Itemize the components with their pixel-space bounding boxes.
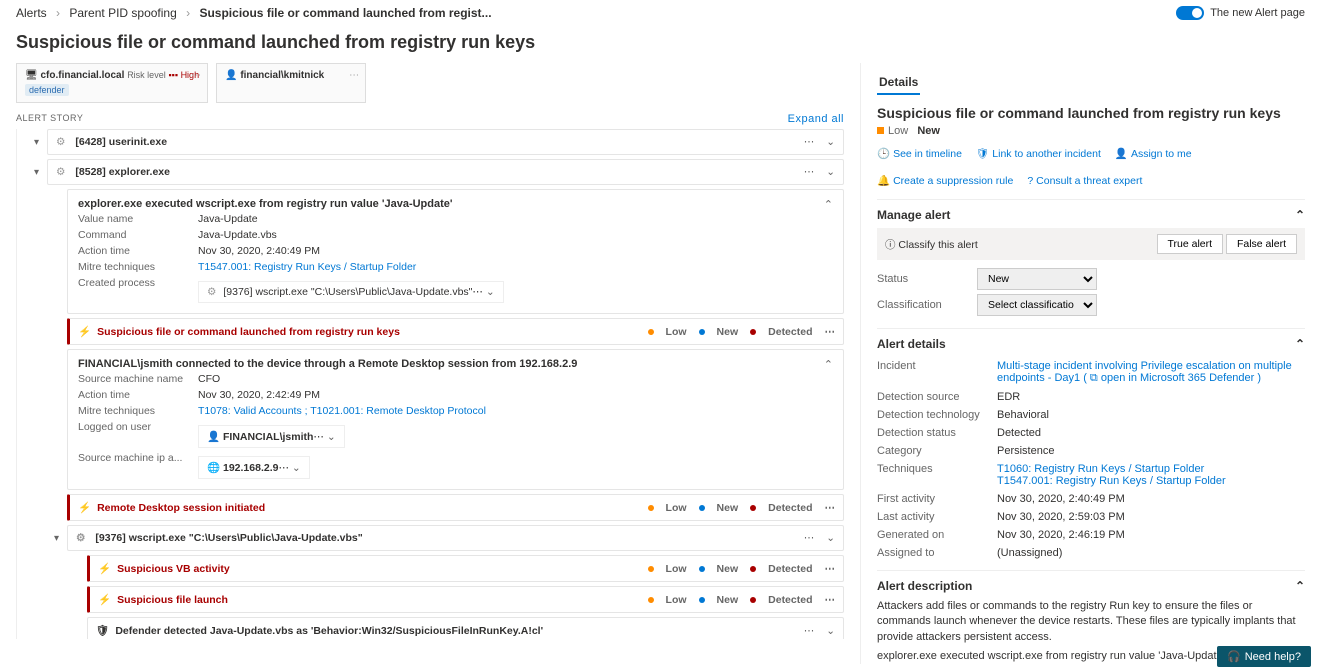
mitre-link[interactable]: T1078: Valid Accounts ; T1021.001: Remot… xyxy=(198,405,486,417)
chevron-icon[interactable]: ▾ xyxy=(54,533,59,544)
more-icon[interactable]: ⋯ xyxy=(804,136,815,148)
user-icon: 👤 xyxy=(1115,147,1128,160)
gear-icon: ⚙ xyxy=(56,166,65,178)
more-icon[interactable]: ⋯ xyxy=(313,431,324,443)
technique-link[interactable]: T1060: Registry Run Keys / Startup Folde… xyxy=(997,463,1305,487)
more-icon[interactable]: ⋯ xyxy=(825,594,836,606)
crumb-alerts[interactable]: Alerts xyxy=(16,6,47,20)
rule-icon: 🔔 xyxy=(877,174,890,187)
user-card[interactable]: 👤 financial\kmitnick ⋯ xyxy=(216,63,366,103)
crumb-current: Suspicious file or command launched from… xyxy=(199,6,491,20)
gear-icon: ⚙ xyxy=(76,532,85,544)
device-card[interactable]: 🖥 cfo.financial.local Risk level ▪▪▪ Hig… xyxy=(16,63,208,103)
info-icon: ⓘ xyxy=(885,239,896,251)
headset-icon: 🎧 xyxy=(1227,650,1241,663)
gear-icon: ⚙ xyxy=(56,136,65,148)
process-row-explorer[interactable]: ▾ ⚙[8528] explorer.exe ⋯⌄ xyxy=(47,159,844,185)
alert-row[interactable]: ⚡Suspicious file or command launched fro… xyxy=(67,318,844,345)
new-alert-page-toggle[interactable] xyxy=(1176,6,1204,20)
flash-icon: ⚡ xyxy=(98,562,111,575)
mitre-link[interactable]: T1547.001: Registry Run Keys / Startup F… xyxy=(198,261,416,273)
device-name: cfo.financial.local xyxy=(40,70,124,81)
status-label: Status xyxy=(877,273,977,285)
chevron-up-icon[interactable]: ⌃ xyxy=(1295,208,1305,222)
event-row-defender[interactable]: 🛡Defender detected Java-Update.vbs as 'B… xyxy=(87,617,844,639)
gear-icon: ⚙ xyxy=(207,286,216,298)
chevron-up-icon[interactable]: ⌃ xyxy=(824,198,833,211)
action-consult[interactable]: ?Consult a threat expert xyxy=(1027,174,1142,187)
chevron-down-icon[interactable]: ⌄ xyxy=(826,166,835,178)
event-block-rdp: FINANCIAL\jsmith connected to the device… xyxy=(67,349,844,490)
device-more-icon[interactable]: ⋯ xyxy=(191,70,201,81)
status-select[interactable]: New xyxy=(977,268,1097,290)
action-link-incident[interactable]: 🛡Link to another incident xyxy=(976,147,1101,160)
process-row-wscript[interactable]: ▾ ⚙[9376] wscript.exe "C:\Users\Public\J… xyxy=(67,525,844,551)
expand-all-link[interactable]: Expand all xyxy=(788,113,844,125)
flash-icon: ⚡ xyxy=(78,501,91,514)
alert-story-label: ALERT STORY Expand all xyxy=(16,113,844,123)
timeline-icon: 🕒 xyxy=(877,147,890,160)
link-icon: 🛡 xyxy=(976,147,989,160)
alert-row[interactable]: ⚡Suspicious file launch LowNewDetected⋯ xyxy=(87,586,844,613)
more-icon[interactable]: ⋯ xyxy=(472,286,483,298)
page-title: Suspicious file or command launched from… xyxy=(0,26,1321,63)
chevron-icon[interactable]: ▾ xyxy=(34,167,39,178)
need-help-button[interactable]: 🎧Need help? xyxy=(1217,646,1311,667)
more-icon[interactable]: ⋯ xyxy=(825,502,836,514)
flash-icon: ⚡ xyxy=(98,593,111,606)
more-icon[interactable]: ⋯ xyxy=(825,326,836,338)
shield-icon: 🛡 xyxy=(96,624,109,637)
device-icon: 🖥 xyxy=(25,70,38,81)
tab-details[interactable]: Details xyxy=(877,71,920,95)
incident-link[interactable]: Multi-stage incident involving Privilege… xyxy=(997,360,1305,385)
event-block-regrun: explorer.exe executed wscript.exe from r… xyxy=(67,189,844,314)
action-assign[interactable]: 👤Assign to me xyxy=(1115,147,1192,160)
chevron-down-icon[interactable]: ⌄ xyxy=(327,431,336,443)
classification-select[interactable]: Select classification... xyxy=(977,294,1097,316)
more-icon[interactable]: ⋯ xyxy=(804,625,815,637)
user-name: financial\kmitnick xyxy=(240,70,324,81)
more-icon[interactable]: ⋯ xyxy=(278,462,289,474)
globe-icon: 🌐 xyxy=(207,462,220,474)
alert-description-header[interactable]: Alert description⌃ xyxy=(877,579,1305,593)
more-icon[interactable]: ⋯ xyxy=(804,166,815,178)
user-icon: 👤 xyxy=(207,431,220,443)
crumb-parent[interactable]: Parent PID spoofing xyxy=(69,6,176,20)
breadcrumb: Alerts › Parent PID spoofing › Suspiciou… xyxy=(16,6,492,20)
classification-label: Classification xyxy=(877,299,977,311)
chevron-down-icon[interactable]: ⌄ xyxy=(486,286,495,298)
event-title: explorer.exe executed wscript.exe from r… xyxy=(78,198,453,211)
action-suppression[interactable]: 🔔Create a suppression rule xyxy=(877,174,1013,187)
chevron-up-icon[interactable]: ⌃ xyxy=(824,358,833,371)
more-icon[interactable]: ⋯ xyxy=(825,563,836,575)
alert-row[interactable]: ⚡Suspicious VB activity LowNewDetected⋯ xyxy=(87,555,844,582)
severity-row: Low New xyxy=(877,125,1305,137)
chevron-down-icon[interactable]: ⌄ xyxy=(826,532,835,544)
action-timeline[interactable]: 🕒See in timeline xyxy=(877,147,962,160)
chevron-down-icon[interactable]: ⌄ xyxy=(826,625,835,637)
chevron-down-icon[interactable]: ⌄ xyxy=(292,462,301,474)
defender-tag: defender xyxy=(25,84,69,96)
process-row-userinit[interactable]: ▾ ⚙[6428] userinit.exe ⋯⌄ xyxy=(47,129,844,155)
help-icon: ? xyxy=(1027,175,1033,187)
chevron-up-icon[interactable]: ⌃ xyxy=(1295,337,1305,351)
user-icon: 👤 xyxy=(225,70,237,81)
flash-icon: ⚡ xyxy=(78,325,91,338)
user-more-icon[interactable]: ⋯ xyxy=(349,70,359,81)
true-alert-button[interactable]: True alert xyxy=(1157,234,1224,254)
chevron-up-icon[interactable]: ⌃ xyxy=(1295,579,1305,593)
more-icon[interactable]: ⋯ xyxy=(804,532,815,544)
risk-label: Risk level xyxy=(127,70,166,80)
alert-row[interactable]: ⚡Remote Desktop session initiated LowNew… xyxy=(67,494,844,521)
alert-details-header[interactable]: Alert details⌃ xyxy=(877,337,1305,351)
event-title: FINANCIAL\jsmith connected to the device… xyxy=(78,358,577,371)
false-alert-button[interactable]: False alert xyxy=(1226,234,1297,254)
toggle-label: The new Alert page xyxy=(1210,7,1305,19)
chevron-down-icon[interactable]: ⌄ xyxy=(826,136,835,148)
chevron-icon[interactable]: ▾ xyxy=(34,137,39,148)
details-title: Suspicious file or command launched from… xyxy=(877,105,1305,121)
manage-alert-header[interactable]: Manage alert⌃ xyxy=(877,208,1305,222)
